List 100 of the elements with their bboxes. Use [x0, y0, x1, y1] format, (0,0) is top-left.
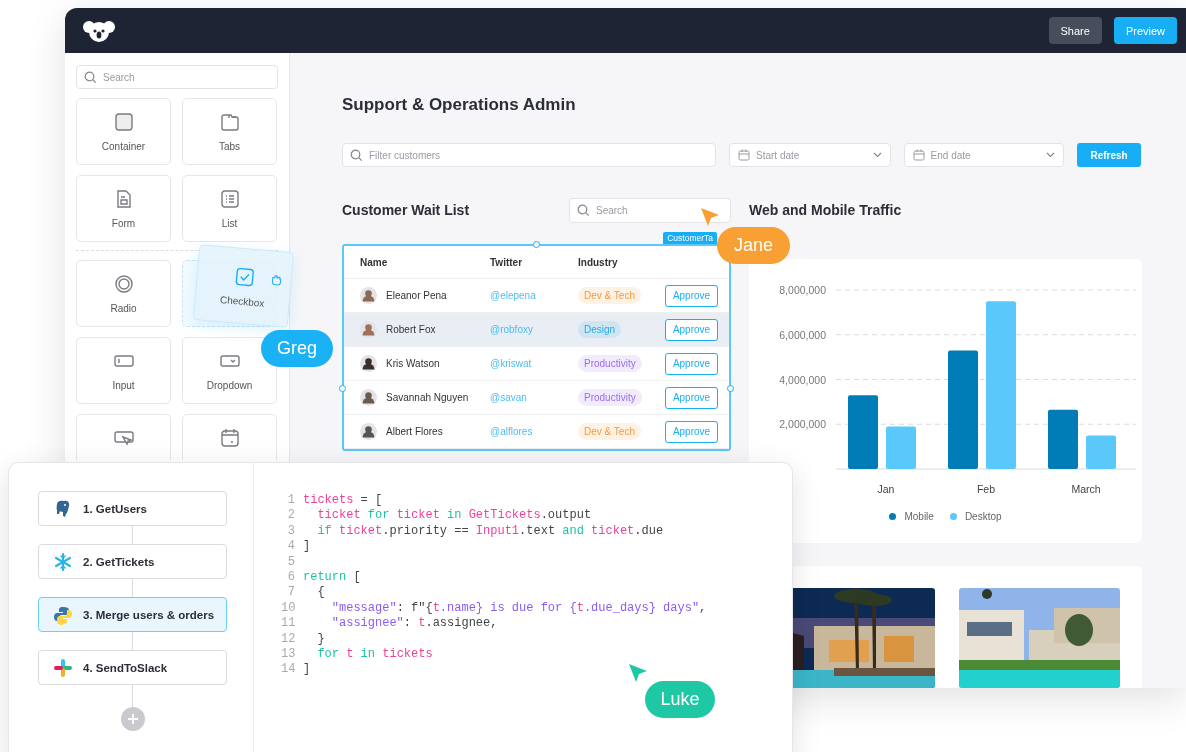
- axis-label: March: [1071, 482, 1101, 495]
- share-button[interactable]: Share: [1048, 17, 1102, 44]
- resize-handle[interactable]: [533, 241, 540, 248]
- filter-field[interactable]: Filter customers: [342, 143, 716, 167]
- koala-logo: [83, 18, 115, 43]
- component-tile[interactable]: Form: [76, 175, 171, 242]
- query-step[interactable]: 3. Merge users & orders: [38, 597, 227, 632]
- user-name-tag: Greg: [261, 330, 333, 367]
- avatar: [360, 321, 377, 338]
- code-line: tickets = [: [303, 493, 383, 509]
- avatar: [360, 389, 377, 406]
- customer-table[interactable]: [342, 244, 731, 451]
- industry-tag: Dev & Tech: [578, 287, 641, 304]
- line-number: 10: [281, 600, 295, 617]
- avatar: [360, 423, 377, 440]
- section-title: Web and Mobile Traffic: [749, 201, 902, 218]
- customer-name: Kris Watson: [386, 358, 440, 369]
- industry-tag: Design: [578, 321, 622, 338]
- legend-label: Desktop: [964, 510, 1002, 522]
- calendar-icon: [738, 149, 750, 161]
- query-step[interactable]: 2. GetTickets: [38, 544, 227, 579]
- chart-bar: [886, 426, 916, 469]
- industry-tag: Productivity: [578, 355, 642, 372]
- code-line: return [: [303, 569, 361, 586]
- line-number: 5: [286, 554, 295, 570]
- axis-label: 8,000,000: [779, 283, 826, 296]
- customer-name: Robert Fox: [386, 324, 436, 335]
- line-number: 11: [281, 616, 295, 632]
- search-icon: [350, 149, 363, 162]
- query-step[interactable]: 1. GetUsers: [38, 491, 227, 526]
- cursor-icon: [627, 662, 649, 684]
- calendar-icon: [912, 149, 925, 161]
- section-title: Customer Wait List: [342, 202, 470, 218]
- plus-icon: [127, 713, 139, 725]
- search-icon: [577, 204, 590, 217]
- code-line: for t in tickets: [316, 646, 433, 663]
- code-line: "assignee": t.assignee,: [330, 616, 498, 632]
- search-field[interactable]: Search: [569, 197, 731, 223]
- component-tile[interactable]: [76, 414, 171, 460]
- line-number: 3: [286, 523, 295, 540]
- line-number: 4: [286, 539, 295, 555]
- line-number: 6: [286, 569, 295, 586]
- cursor-icon: [699, 206, 721, 228]
- axis-label: Jan: [877, 482, 895, 495]
- list-icon: [218, 188, 241, 210]
- component-tile[interactable]: Container: [76, 98, 171, 165]
- industry-tag: Productivity: [578, 389, 642, 406]
- chevron-down-icon: [1046, 152, 1056, 158]
- code-line: ]: [303, 662, 311, 678]
- column-header: Twitter: [490, 256, 524, 268]
- axis-label: Feb: [976, 482, 996, 495]
- code-line: }: [316, 631, 325, 647]
- line-number: 14: [281, 662, 295, 678]
- axis-label: 6,000,000: [779, 328, 826, 341]
- radio-icon: [112, 273, 135, 295]
- legend-label: Mobile: [904, 510, 934, 522]
- resize-handle[interactable]: [727, 385, 734, 392]
- line-number: 12: [281, 631, 295, 647]
- calendar-icon: [218, 426, 241, 449]
- selection-label: CustomerTa: [663, 232, 717, 244]
- axis-label: 4,000,000: [779, 373, 826, 386]
- line-number: 13: [281, 646, 295, 663]
- query-step[interactable]: 4. SendToSlack: [38, 650, 227, 685]
- add-step-button[interactable]: [121, 707, 145, 731]
- search-icon: [84, 71, 97, 84]
- customer-name: Albert Flores: [386, 426, 443, 437]
- component-tile[interactable]: Radio: [76, 260, 171, 327]
- search-field[interactable]: Search: [76, 65, 278, 89]
- chart-bar: [1048, 409, 1078, 469]
- avatar: [360, 287, 377, 304]
- column-header: Name: [360, 256, 389, 268]
- code-line: ]: [303, 539, 311, 555]
- component-tile[interactable]: Dropdown: [182, 337, 277, 404]
- chart-bar: [1086, 435, 1116, 469]
- component-tile[interactable]: Input: [76, 337, 171, 404]
- industry-tag: Dev & Tech: [578, 423, 641, 440]
- tabs-icon: [218, 111, 241, 133]
- customer-name: Savannah Nguyen: [386, 392, 469, 403]
- line-number: 7: [286, 585, 295, 601]
- container-icon: [112, 111, 135, 133]
- resize-handle[interactable]: [339, 385, 346, 392]
- axis-label: 2,000,000: [779, 417, 826, 430]
- slack-icon: [53, 657, 73, 678]
- avatar: [360, 355, 377, 372]
- code-line: if ticket.priority == Input1.text and ticket.due: [316, 523, 664, 540]
- python-icon: [53, 604, 73, 625]
- component-tile[interactable]: List: [182, 175, 277, 242]
- snowflake-icon: [53, 551, 73, 572]
- column-header: Industry: [578, 256, 619, 268]
- page-title: Support & Operations Admin: [342, 94, 577, 116]
- line-number: 2: [286, 508, 295, 524]
- line-number: 1: [286, 493, 295, 509]
- chevron-down-icon: [872, 152, 882, 158]
- code-line: {: [316, 585, 325, 601]
- component-tile[interactable]: [182, 414, 277, 460]
- code-line: "message": f"{t.name} is due for {t.due_days} days",: [330, 600, 707, 617]
- customer-name: Eleanor Pena: [386, 290, 447, 301]
- code-line: ticket for ticket in GetTickets.output: [316, 508, 592, 524]
- hand-icon: [270, 273, 284, 287]
- component-tile[interactable]: Tabs: [182, 98, 277, 165]
